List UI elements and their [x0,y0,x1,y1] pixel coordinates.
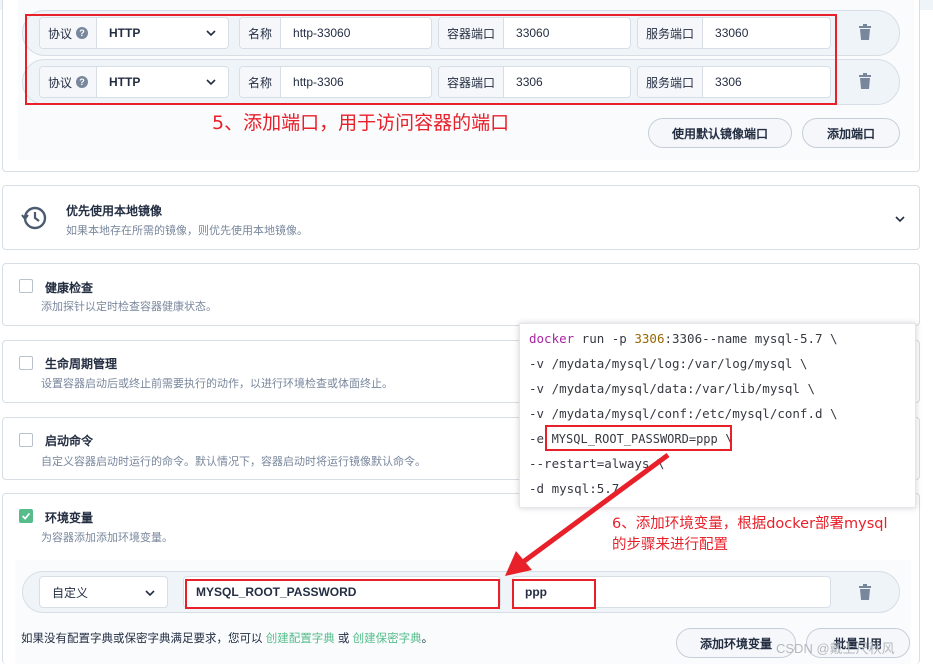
health-check-section: 健康检查 添加探针以定时检查容器健康状态。 [2,263,920,326]
trash-icon[interactable] [858,73,872,89]
code-line: -d mysql:5.7 [529,481,620,496]
annotation-box-env-key [185,579,500,609]
annotation-box-env-in-code [545,425,732,451]
code-line: -v /mydata/mysql/data:/var/lib/mysql \ [529,381,815,396]
code-token: :3306--name mysql-5.7 \ [664,331,838,346]
footer-text: 。 [421,633,434,645]
section-desc: 设置容器启动后或终止前需要执行的动作，以进行环境检查或体面终止。 [41,378,393,390]
section-title: 优先使用本地镜像 [66,204,163,218]
env-footer-hint: 如果没有配置字典或保密字典满足要求，您可以 创建配置字典 或 创建保密字典。 [21,630,433,646]
local-image-section[interactable]: 优先使用本地镜像 如果本地存在所需的镜像，则优先使用本地镜像。 [2,185,920,250]
section-title: 健康检查 [45,281,94,295]
annotation-step6: 6、添加环境变量，根据docker部署mysql 的步骤来进行配置 [612,514,888,556]
code-line: -v /mydata/mysql/log:/var/log/mysql \ [529,356,808,371]
code-token: docker [529,331,575,346]
annotation-box-env-value [512,579,596,609]
env-source-value: 自定义 [52,585,89,600]
code-token: 3306 [634,331,665,346]
chevron-down-icon[interactable] [893,212,907,226]
annotation-step5: 5、添加端口，用于访问容器的端口 [212,112,510,134]
create-secret-link[interactable]: 创建保密字典 [353,633,422,645]
add-port-button[interactable]: 添加端口 [802,118,900,148]
annotation-box-ports [25,14,837,105]
check-icon [21,512,31,520]
trash-icon[interactable] [858,24,872,40]
annotation-step6-line1: 6、添加环境变量，根据docker部署mysql [612,516,888,532]
footer-text: 如果没有配置字典或保密字典满足要求，您可以 [21,633,266,645]
docker-command-snippet: docker run -p 3306:3306--name mysql-5.7 … [519,323,916,508]
footer-text: 或 [334,633,353,645]
env-source-select[interactable]: 自定义 [39,576,168,608]
code-token: run -p [574,331,635,346]
chevron-down-icon [145,590,155,597]
watermark: CSDN @戴上尺秋风 [776,641,895,656]
section-title: 生命周期管理 [45,357,118,371]
create-configmap-link[interactable]: 创建配置字典 [266,633,335,645]
section-desc: 如果本地存在所需的镜像，则优先使用本地镜像。 [66,225,308,237]
annotation-step6-line2: 的步骤来进行配置 [612,537,728,553]
start-command-checkbox[interactable] [19,433,33,447]
section-desc: 自定义容器启动时运行的命令。默认情况下，容器启动时将运行镜像默认命令。 [41,456,426,468]
code-line: -v /mydata/mysql/conf:/etc/mysql/conf.d … [529,406,838,421]
section-desc: 为容器添加添加环境变量。 [41,532,173,544]
code-line: docker run -p 3306:3306--name mysql-5.7 … [529,331,838,346]
history-clock-icon [21,206,47,230]
section-desc: 添加探针以定时检查容器健康状态。 [41,301,217,313]
trash-icon[interactable] [858,584,872,600]
section-title: 启动命令 [45,434,94,448]
env-vars-checkbox[interactable] [19,509,33,523]
lifecycle-checkbox[interactable] [19,356,33,370]
section-title: 环境变量 [45,511,94,525]
code-line: --restart=always \ [529,456,665,471]
use-default-ports-button[interactable]: 使用默认镜像端口 [648,118,792,148]
health-check-checkbox[interactable] [19,279,33,293]
